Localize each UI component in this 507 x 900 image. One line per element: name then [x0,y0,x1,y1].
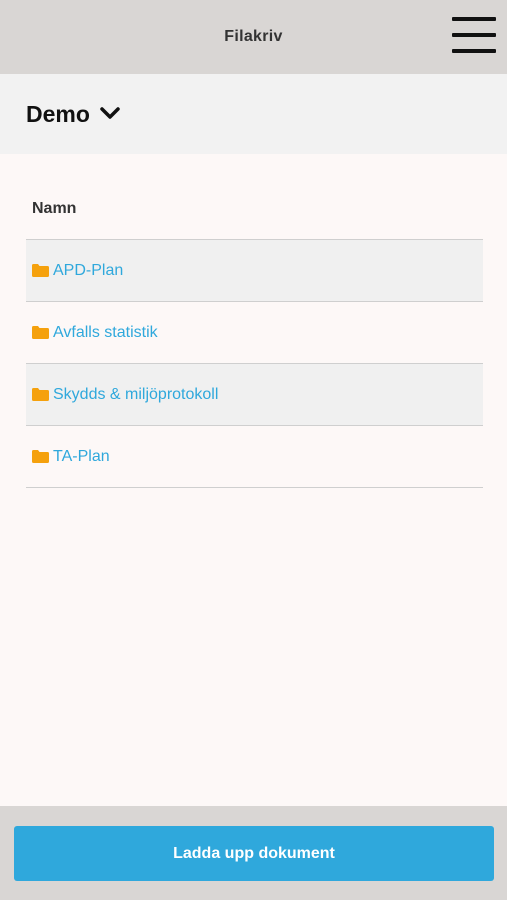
project-bar: Demo [0,74,507,154]
folder-icon [32,264,49,277]
footer-bar: Ladda upp dokument [0,806,507,900]
folder-label: TA-Plan [53,447,110,465]
project-name: Demo [26,101,90,127]
upload-document-button[interactable]: Ladda upp dokument [14,826,494,881]
app-title: Filakriv [224,28,283,45]
folder-icon [32,388,49,401]
folder-label: APD-Plan [53,261,124,279]
folder-icon [32,326,49,339]
project-selector[interactable]: Demo [26,101,121,128]
folder-row-apd-plan[interactable]: APD-Plan [26,240,483,302]
folder-icon [32,450,49,463]
file-browser: Namn APD-Plan Avfalls statistik Skydds &… [0,154,507,806]
folder-label: Skydds & miljöprotokoll [53,385,219,403]
folder-row-ta-plan[interactable]: TA-Plan [26,426,483,488]
chevron-down-icon [100,106,120,119]
hamburger-icon[interactable] [452,17,496,53]
folder-row-skydds-miljoprotokoll[interactable]: Skydds & miljöprotokoll [26,364,483,426]
folder-list: APD-Plan Avfalls statistik Skydds & milj… [26,239,483,488]
folder-row-avfalls-statistik[interactable]: Avfalls statistik [26,302,483,364]
column-header-name: Namn [32,200,77,217]
top-bar: Filakriv [0,0,507,74]
folder-label: Avfalls statistik [53,323,158,341]
